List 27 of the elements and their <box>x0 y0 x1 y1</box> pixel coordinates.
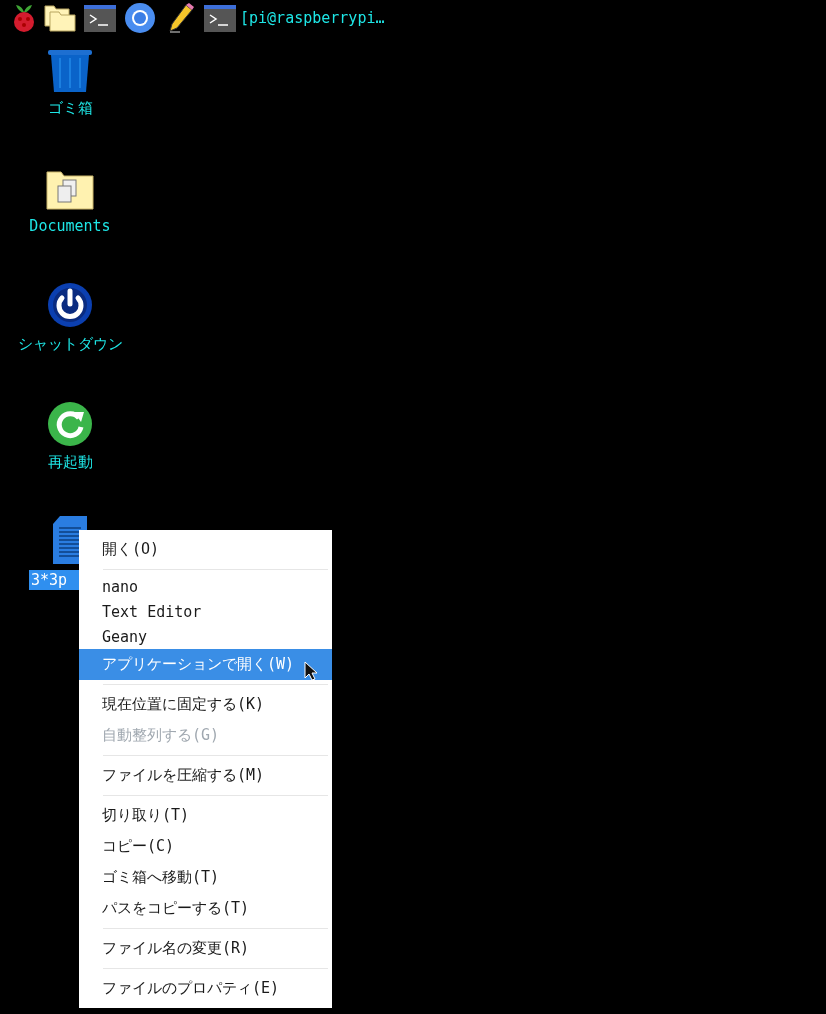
menu-item[interactable]: Geany <box>79 624 332 649</box>
mouse-pointer-icon <box>304 661 317 681</box>
menu-item[interactable]: ファイル名の変更(R) <box>79 933 332 964</box>
restart-icon <box>48 402 92 446</box>
terminal-icon[interactable] <box>204 4 236 32</box>
raspberry-icon[interactable] <box>11 3 37 33</box>
menu-item[interactable]: 現在位置に固定する(K) <box>79 689 332 720</box>
trash-can-icon <box>48 50 92 92</box>
menu-item[interactable]: コピー(C) <box>79 831 332 862</box>
menu-item[interactable]: 開く(O) <box>79 534 332 565</box>
menu-item[interactable]: ファイルを圧縮する(M) <box>79 760 332 791</box>
window-button[interactable]: [pi@raspberrypi… <box>240 9 385 27</box>
icon-label[interactable]: Documents <box>27 216 113 236</box>
menu-item[interactable]: パスをコピーする(T) <box>79 893 332 924</box>
power-icon <box>47 282 93 328</box>
terminal-icon[interactable] <box>84 4 116 32</box>
menu-item[interactable]: Text Editor <box>79 599 332 624</box>
icon-label[interactable]: シャットダウン <box>15 334 125 355</box>
icon-label[interactable]: 再起動 <box>45 452 95 473</box>
menu-item[interactable]: 切り取り(T) <box>79 800 332 831</box>
icon-label[interactable]: ゴミ箱 <box>45 98 95 119</box>
folder-icon <box>46 168 94 210</box>
menu-item[interactable]: ファイルのプロパティ(E) <box>79 973 332 1004</box>
folders-icon[interactable] <box>44 4 76 32</box>
browser-icon[interactable] <box>125 3 155 33</box>
menu-item[interactable]: ゴミ箱へ移動(T) <box>79 862 332 893</box>
pencil-icon[interactable] <box>168 3 194 33</box>
